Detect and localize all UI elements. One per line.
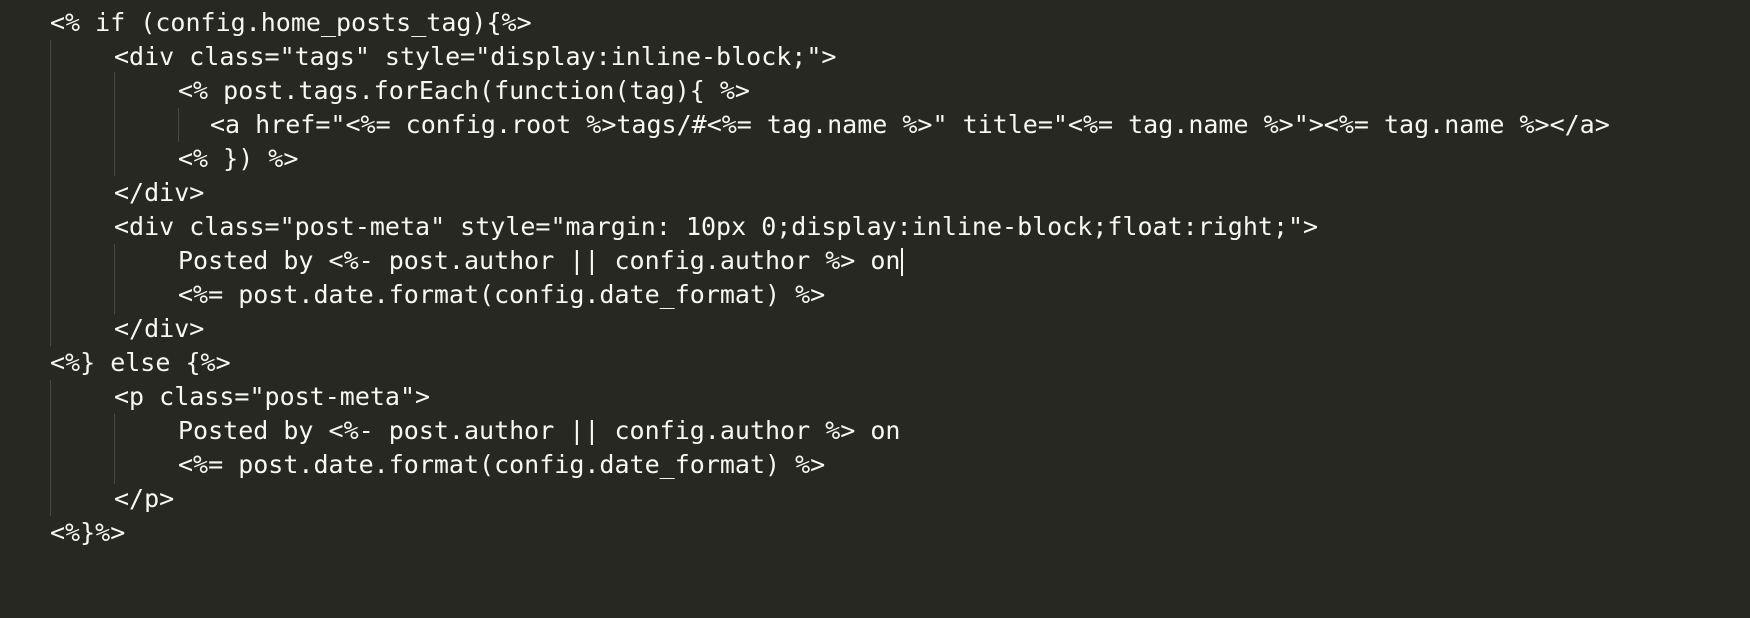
code-line: <p class="post-meta"> bbox=[50, 380, 430, 414]
code-line-text: <p class="post-meta"> bbox=[114, 382, 431, 411]
code-line-text: </div> bbox=[114, 314, 205, 343]
code-line-text: <% post.tags.forEach(function(tag){ %> bbox=[178, 76, 750, 105]
code-line-text: <div class="tags" style="display:inline-… bbox=[114, 42, 837, 71]
code-line: <div class="tags" style="display:inline-… bbox=[50, 40, 836, 74]
code-line: <a href="<%= config.root %>tags/#<%= tag… bbox=[50, 108, 1610, 142]
code-line-text: <a href="<%= config.root %>tags/#<%= tag… bbox=[210, 110, 1610, 139]
code-line: </div> bbox=[50, 312, 204, 346]
code-line-text: <%= post.date.format(config.date_format)… bbox=[178, 450, 826, 479]
code-area[interactable]: <% if (config.home_posts_tag){%> <div cl… bbox=[50, 6, 1610, 550]
indent-guide bbox=[178, 108, 179, 142]
code-editor[interactable]: <% if (config.home_posts_tag){%> <div cl… bbox=[0, 0, 1750, 558]
code-line-text: </p> bbox=[114, 484, 175, 513]
code-line-text: <div class="post-meta" style="margin: 10… bbox=[114, 212, 1319, 241]
code-line: <%= post.date.format(config.date_format)… bbox=[50, 448, 825, 482]
code-line: <% if (config.home_posts_tag){%> bbox=[50, 6, 532, 40]
code-line-text: <% if (config.home_posts_tag){%> bbox=[50, 8, 532, 37]
code-line-text: <%}%> bbox=[50, 518, 126, 547]
code-line-text: <%} else {%> bbox=[50, 348, 231, 377]
code-line: Posted by <%- post.author || config.auth… bbox=[50, 414, 900, 448]
code-line: </div> bbox=[50, 176, 204, 210]
code-line: </p> bbox=[50, 482, 174, 516]
code-line: <div class="post-meta" style="margin: 10… bbox=[50, 210, 1318, 244]
code-line-text-wrapper: Posted by <%- post.author || config.auth… bbox=[178, 244, 904, 278]
code-line-active: Posted by <%- post.author || config.auth… bbox=[50, 244, 904, 278]
code-line: <% post.tags.forEach(function(tag){ %> bbox=[50, 74, 750, 108]
code-line-text: </div> bbox=[114, 178, 205, 207]
code-line-text: Posted by <%- post.author || config.auth… bbox=[178, 416, 901, 445]
code-line: <%}%> bbox=[50, 516, 140, 550]
code-line: <%} else {%> bbox=[50, 346, 231, 380]
code-line-text: Posted by <%- post.author || config.auth… bbox=[178, 246, 901, 275]
text-caret bbox=[901, 248, 904, 276]
code-line: <%= post.date.format(config.date_format)… bbox=[50, 278, 825, 312]
code-line-text: <%= post.date.format(config.date_format)… bbox=[178, 280, 826, 309]
code-line-text: <% }) %> bbox=[178, 144, 299, 173]
code-line: <% }) %> bbox=[50, 142, 298, 176]
